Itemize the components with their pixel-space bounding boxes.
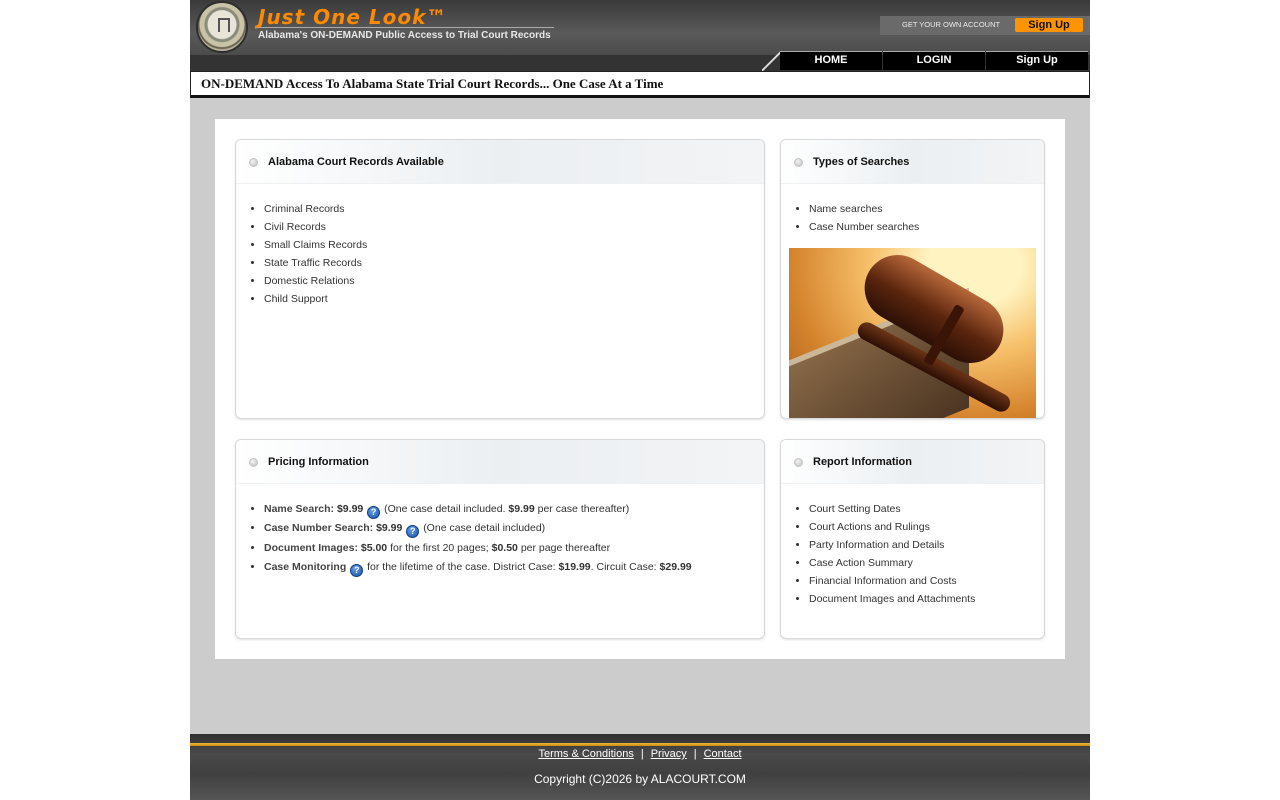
panel-header: Report Information xyxy=(781,440,1044,484)
pricing-price: $5.00 xyxy=(360,541,388,554)
pricing-label: Name Search: xyxy=(264,503,335,515)
pricing-price: $19.99 xyxy=(558,560,591,573)
help-icon[interactable]: ? xyxy=(406,525,420,539)
pricing-case-number-search: Case Number Search: $9.99 ? (One case de… xyxy=(264,521,764,540)
tagline-bar: ON-DEMAND Access To Alabama State Trial … xyxy=(190,71,1090,98)
main-nav: HOME LOGIN Sign Up xyxy=(780,51,1089,71)
pricing-text: . Circuit Case: xyxy=(590,560,657,573)
list-item: Civil Records xyxy=(264,220,764,238)
pricing-text: for the first 20 pages; xyxy=(390,541,489,554)
list-item: Court Actions and Rulings xyxy=(809,520,1044,538)
pricing-price: $9.99 xyxy=(336,503,364,515)
list-item: Case Number searches xyxy=(809,220,1044,238)
list-item: Child Support xyxy=(264,292,764,310)
brand-divider xyxy=(258,27,554,28)
copyright: Copyright (C)2026 by ALACOURT.COM xyxy=(534,772,746,786)
gavel-image xyxy=(789,248,1036,418)
list-item: Small Claims Records xyxy=(264,238,764,256)
report-info-list: Court Setting Dates Court Actions and Ru… xyxy=(781,502,1044,610)
pricing-label: Case Monitoring xyxy=(264,560,347,573)
pricing-case-monitoring: Case Monitoring ? for the lifetime of th… xyxy=(264,560,764,579)
nav-login[interactable]: LOGIN xyxy=(883,51,985,70)
list-item: Name searches xyxy=(809,202,1044,220)
pricing-panel: Pricing Information Name Search: $9.99 ?… xyxy=(235,439,765,639)
main-content: Alabama Court Records Available Criminal… xyxy=(215,119,1065,659)
report-info-panel: Report Information Court Setting Dates C… xyxy=(780,439,1045,639)
pricing-price: $9.99 xyxy=(376,522,403,535)
panel-header: Types of Searches xyxy=(781,140,1044,184)
list-item: Domestic Relations xyxy=(264,274,764,292)
panel-title: Pricing Information xyxy=(268,456,369,468)
court-seal-logo xyxy=(196,1,248,53)
pricing-text: per case thereafter) xyxy=(537,503,630,515)
panel-bullet-icon xyxy=(794,158,803,167)
panel-header: Alabama Court Records Available xyxy=(236,140,764,184)
panel-title: Types of Searches xyxy=(813,156,910,168)
list-item: Financial Information and Costs xyxy=(809,574,1044,592)
pricing-label: Case Number Search: xyxy=(264,522,374,535)
panel-title: Alabama Court Records Available xyxy=(268,156,444,168)
panel-bullet-icon xyxy=(249,458,258,467)
pricing-text: (One case detail included) xyxy=(423,522,546,535)
list-item: Case Action Summary xyxy=(809,556,1044,574)
list-item: Party Information and Details xyxy=(809,538,1044,556)
pricing-label: Document Images: xyxy=(264,541,358,554)
header: Just One Look™ Alabama's ON-DEMAND Publi… xyxy=(190,0,1090,55)
terms-link[interactable]: Terms & Conditions xyxy=(538,748,633,760)
footer-links: Terms & Conditions | Privacy | Contact xyxy=(190,748,1090,760)
list-item: Court Setting Dates xyxy=(809,502,1044,520)
scale-icon xyxy=(218,18,230,32)
search-types-list: Name searches Case Number searches xyxy=(781,202,1044,238)
link-separator: | xyxy=(640,748,644,760)
pricing-price: $0.50 xyxy=(491,541,518,554)
records-list: Criminal Records Civil Records Small Cla… xyxy=(236,202,764,310)
list-item: Criminal Records xyxy=(264,202,764,220)
footer: Terms & Conditions | Privacy | Contact Copyr… xyxy=(190,734,1090,800)
nav-home[interactable]: HOME xyxy=(780,51,882,70)
tagline: ON-DEMAND Access To Alabama State Trial … xyxy=(201,76,664,91)
brand-subtitle: Alabama's ON-DEMAND Public Access to Tri… xyxy=(258,30,551,41)
pricing-name-search: Name Search: $9.99 ? (One case detail in… xyxy=(264,502,764,521)
pricing-text: (One case detail included. xyxy=(384,503,506,515)
footer-stripe xyxy=(190,743,1090,746)
pricing-list: Name Search: $9.99 ? (One case detail in… xyxy=(236,502,764,579)
help-icon[interactable]: ? xyxy=(367,506,381,519)
pricing-text: per page thereafter xyxy=(520,541,611,554)
account-signup-box: GET YOUR OWN ACCOUNT Sign Up xyxy=(880,16,1090,35)
account-caption: GET YOUR OWN ACCOUNT xyxy=(902,20,1001,29)
panel-title: Report Information xyxy=(813,456,912,468)
nav-slant-decoration xyxy=(762,51,780,71)
signup-button[interactable]: Sign Up xyxy=(1015,18,1083,32)
search-types-panel: Types of Searches Name searches Case Num… xyxy=(780,139,1045,419)
nav-signup[interactable]: Sign Up xyxy=(986,51,1088,70)
list-item: State Traffic Records xyxy=(264,256,764,274)
records-panel: Alabama Court Records Available Criminal… xyxy=(235,139,765,419)
link-separator: | xyxy=(693,748,697,760)
contact-link[interactable]: Contact xyxy=(704,748,742,760)
privacy-link[interactable]: Privacy xyxy=(651,748,687,760)
panel-bullet-icon xyxy=(794,458,803,467)
pricing-document-images: Document Images: $5.00 for the first 20 … xyxy=(264,541,764,560)
panel-bullet-icon xyxy=(249,158,258,167)
page: Just One Look™ Alabama's ON-DEMAND Publi… xyxy=(190,0,1090,800)
pricing-price: $9.99 xyxy=(508,503,535,515)
pricing-text: for the lifetime of the case. District C… xyxy=(367,560,556,573)
panel-header: Pricing Information xyxy=(236,440,764,484)
help-icon[interactable]: ? xyxy=(350,563,364,577)
pricing-price: $29.99 xyxy=(659,560,692,573)
list-item: Document Images and Attachments xyxy=(809,592,1044,610)
brand-title[interactable]: Just One Look™ xyxy=(258,5,447,29)
